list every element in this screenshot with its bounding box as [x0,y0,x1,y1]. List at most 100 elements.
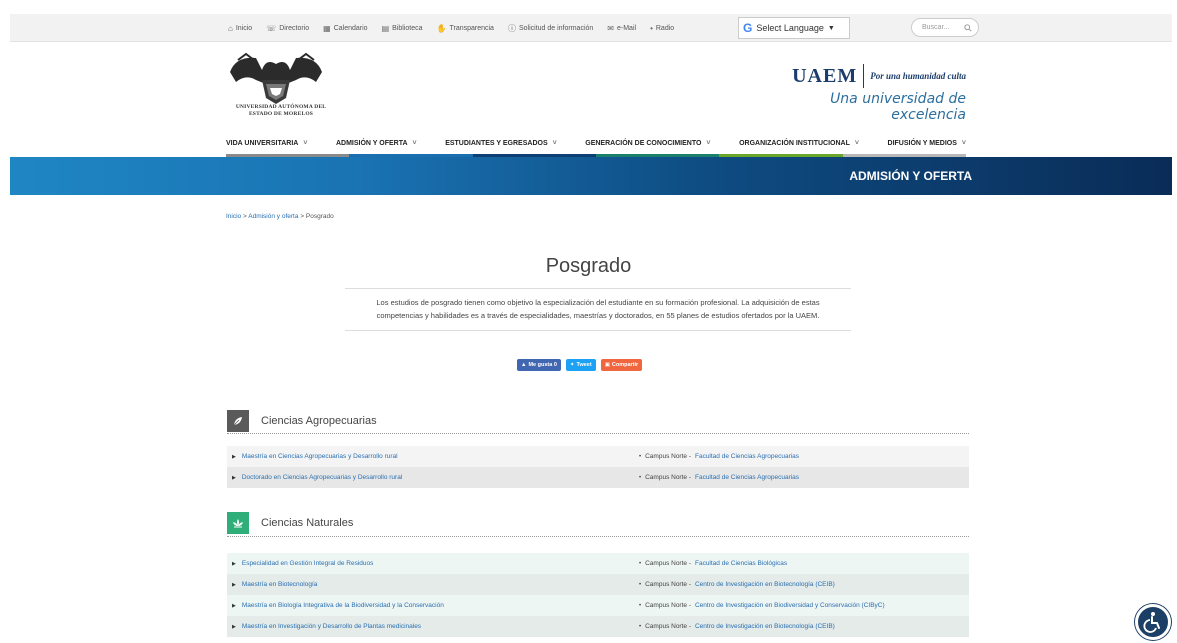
campus-cell: • Campus Norte - Centro de Investigación e… [639,602,969,609]
triangle-right-icon: ▶ [232,474,236,481]
mainnav-item-label: VIDA UNIVERSITARIA [226,139,299,147]
translate-label: Select Language [756,23,824,33]
search-icon [964,23,972,32]
topnav-item-inicio[interactable]: ⌂ Inicio [228,24,252,33]
facility-link[interactable]: Centro de Investigación en Biotecnología… [695,581,835,588]
wheelchair-icon [1143,612,1160,633]
campus-label: Campus Norte - [645,602,691,609]
phone-icon: ☏ [266,23,277,33]
breadcrumb-home[interactable]: Inicio [226,213,241,220]
campus-label: Campus Norte - [645,453,691,460]
bullet-icon: • [639,560,642,567]
topnav-item-label: Biblioteca [392,24,423,32]
topnav-item-label: Directorio [279,24,310,32]
facility-link[interactable]: Centro de Investigación en Biotecnología… [695,623,835,630]
search-input[interactable]: Buscar... [911,18,979,37]
brand-name: UAEM [792,64,858,87]
triangle-right-icon: ▶ [232,560,236,567]
mainnav-item-3[interactable]: ESTUDIANTES Y EGRESADOS ˅ [445,130,557,156]
mainnav-item-label: ESTUDIANTES Y EGRESADOS [445,139,548,147]
thumbs-up-icon: ▲ [521,362,527,368]
share-plus-icon: ▣ [604,362,610,368]
facility-link[interactable]: Facultad de Ciencias Agropecuarias [695,474,799,481]
table-row: ▶ Maestría en Investigación y Desarrollo … [227,616,969,637]
mainnav-item-1[interactable]: VIDA UNIVERSITARIA ˅ [226,130,307,156]
share-button[interactable]: ▣ Compartir [600,359,643,371]
triangle-right-icon: ▶ [232,623,236,630]
bullet-icon: • [639,623,642,630]
book-icon: ▤ [381,23,390,33]
program-cell: ▶ Maestría en Investigación y Desarrollo … [227,623,639,630]
handshake-icon: ✋ [436,23,447,33]
section-divider [227,536,969,537]
topnav-item-biblioteca[interactable]: ▤ Biblioteca [382,24,423,33]
info-icon: ⓘ [507,23,516,33]
search-placeholder: Buscar... [922,24,950,31]
program-list-agropecuarias: ▶ Maestría en Ciencias Agropecuarias y De… [227,446,969,488]
top-utility-bar: ⌂ Inicio ☏ Directorio ▦ Calendario ▤ Biblioteca… [10,14,1172,42]
campus-cell: • Campus Norte - Centro de Investigación e… [639,623,969,630]
tweet-button[interactable]: ✦ Tweet [565,359,596,371]
bullet-icon: • [639,602,642,609]
mainnav-item-2[interactable]: ADMISIÓN Y OFERTA ˅ [336,130,417,156]
campus-cell: • Campus Norte - Facultad de Ciencias Agro… [639,474,969,481]
banner-title: ADMISIÓN Y OFERTA [849,169,972,183]
facebook-like-button[interactable]: ▲ Me gusta 0 [517,359,561,371]
program-cell: ▶ Maestría en Biología Integrativa de la … [227,602,639,609]
program-cell: ▶ Doctorado en Ciencias Agropecuarias y D… [227,474,639,481]
program-link[interactable]: Especialidad en Gestión Integral de Resi… [242,560,374,567]
topnav-item-label: Radio [655,24,675,32]
brand-motto: Por una humanidad culta [870,71,966,81]
program-link[interactable]: Maestría en Ciencias Agropecuarias y Des… [242,453,398,460]
twitter-bird-icon: ✦ [569,362,575,368]
program-list-naturales: ▶ Especialidad en Gestión Integral de Res… [227,553,969,637]
program-link[interactable]: Doctorado en Ciencias Agropecuarias y De… [242,474,402,481]
brand-lockup: UAEM Por una humanidad culta [774,64,966,88]
topnav-item-e-mail[interactable]: ✉ e-Mail [607,24,636,33]
section-header-agropecuarias: Ciencias Agropecuarias [227,410,969,432]
brand-divider [863,64,865,88]
program-link[interactable]: Maestría en Investigación y Desarrollo d… [242,623,421,630]
campus-label: Campus Norte - [645,623,691,630]
facility-link[interactable]: Centro de Investigación en Biodiversidad… [695,602,885,609]
mainnav-item-6[interactable]: DIFUSIÓN Y MEDIOS ˅ [888,130,966,156]
mainnav-item-label: ORGANIZACIÓN INSTITUCIONAL [739,139,850,147]
campus-cell: • Campus Norte - Facultad de Ciencias Agro… [639,453,969,460]
table-row: ▶ Doctorado en Ciencias Agropecuarias y D… [227,467,969,488]
social-buttons: ▲ Me gusta 0 ✦ Tweet ▣ Compartir [517,359,643,371]
topnav-item-transparencia[interactable]: ✋ Transparencia [437,24,494,33]
accessibility-widget-button[interactable] [1135,604,1171,640]
table-row: ▶ Especialidad en Gestión Integral de Res… [227,553,969,574]
program-link[interactable]: Maestría en Biotecnología [242,581,318,588]
google-translate-select[interactable]: G Select Language ▼ [738,17,850,39]
main-navigation: VIDA UNIVERSITARIA ˅ ADMISIÓN Y OFERTA ˅ EST… [226,130,966,156]
microphone-icon: • [650,23,653,33]
chevron-down-icon: ˅ [854,139,859,147]
topnav-item-directorio[interactable]: ☏ Directorio [266,24,309,33]
page-title: Posgrado [545,255,632,277]
facility-link[interactable]: Facultad de Ciencias Agropecuarias [695,453,799,460]
chevron-down-icon: ˅ [961,139,966,147]
mainnav-item-label: DIFUSIÓN Y MEDIOS [887,139,957,147]
topnav-item-solicitud[interactable]: ⓘ Solicitud de información [508,23,593,34]
topnav-item-label: Calendario [333,24,368,32]
mainnav-item-label: ADMISIÓN Y OFERTA [335,139,408,147]
topnav-item-label: e-Mail [617,24,637,32]
breadcrumb-section[interactable]: Admisión y oferta [248,213,298,220]
program-link[interactable]: Maestría en Biología Integrativa de la B… [242,602,444,609]
topnav-item-label: Inicio [235,24,253,32]
brand-tagline: Una universidad de excelencia [830,91,966,123]
chevron-down-icon: ˅ [412,139,417,147]
mainnav-item-4[interactable]: GENERACIÓN DE CONOCIMIENTO ˅ [585,130,710,156]
topnav-item-calendario[interactable]: ▦ Calendario [323,24,367,33]
mainnav-item-5[interactable]: ORGANIZACIÓN INSTITUCIONAL ˅ [739,130,859,156]
facility-link[interactable]: Facultad de Ciencias Biológicas [695,560,787,567]
university-name: Universidad Autónoma del Estado de Morel… [235,104,327,117]
share-label: Compartir [611,362,639,368]
google-g-icon: G [743,21,753,35]
program-cell: ▶ Maestría en Ciencias Agropecuarias y De… [227,453,639,460]
topnav-item-radio[interactable]: • Radio [650,24,674,33]
campus-label: Campus Norte - [645,474,691,481]
like-label: Me gusta 0 [528,362,557,368]
breadcrumb-current: Posgrado [305,213,334,220]
